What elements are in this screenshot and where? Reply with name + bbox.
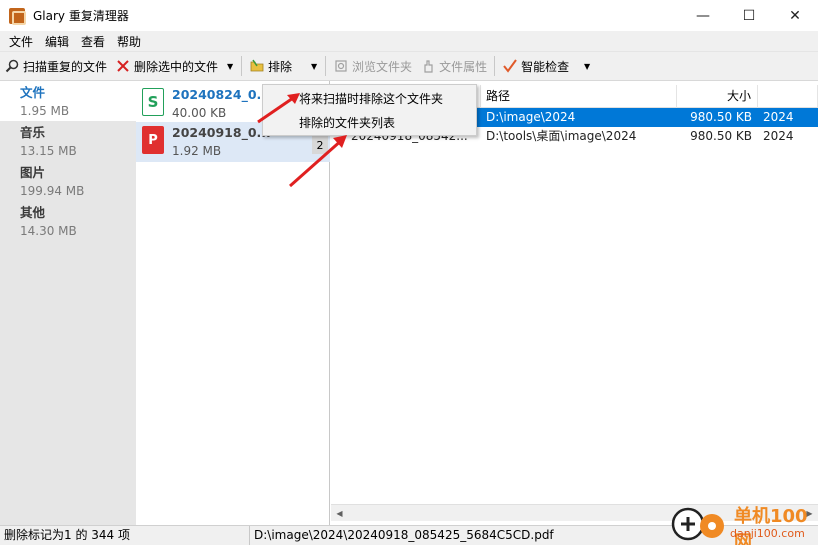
file-detail-table: 路径 大小 D:\image\2024 980.50 KB 2024 20240…	[331, 81, 818, 525]
scroll-left-icon[interactable]: ◀	[331, 505, 348, 522]
category-size: 14.30 MB	[20, 224, 77, 238]
file-properties-button[interactable]: 文件属性	[416, 54, 491, 78]
group-file-size: 40.00 KB	[172, 106, 227, 120]
smart-check-button[interactable]: 智能检查	[498, 54, 573, 78]
category-name: 图片	[20, 165, 46, 180]
close-button[interactable]: ✕	[772, 0, 818, 31]
exclude-button[interactable]: 排除	[245, 54, 296, 78]
column-header-size[interactable]: 大小	[677, 85, 758, 108]
smart-check-label: 智能检查	[521, 59, 570, 74]
toolbar-separator	[325, 56, 327, 76]
row-size: 980.50 KB	[690, 110, 752, 124]
watermark: 单机100网 danji100.com	[668, 500, 818, 545]
watermark-subtext: danji100.com	[730, 527, 805, 540]
delete-dropdown-arrow[interactable]: ▼	[222, 54, 238, 78]
category-size: 199.94 MB	[20, 184, 85, 198]
checkmark-icon	[502, 58, 518, 74]
toolbar-separator	[241, 56, 243, 76]
exclude-dropdown-arrow[interactable]: ▼	[306, 54, 322, 78]
row-path: D:\image\2024	[486, 110, 576, 124]
group-file-name: 20240918_0...	[172, 125, 271, 140]
category-documents[interactable]: 文件 1.95 MB	[0, 81, 136, 121]
group-file-name: 20240824_0...	[172, 87, 271, 102]
category-name: 文件	[20, 85, 46, 100]
menu-file[interactable]: 文件	[3, 33, 39, 50]
row-path: D:\tools\桌面\image\2024	[486, 129, 637, 143]
category-other[interactable]: 其他 14.30 MB	[0, 201, 136, 241]
category-name: 其他	[20, 205, 46, 220]
delete-label: 删除选中的文件	[134, 59, 219, 74]
browse-folder-icon	[333, 58, 349, 74]
watermark-logo-icon	[671, 507, 724, 541]
group-file-size: 1.92 MB	[172, 144, 222, 158]
menu-view[interactable]: 查看	[75, 33, 111, 50]
duplicate-groups-panel: S 20240824_0... 40.00 KB P 20240918_0...…	[136, 81, 330, 525]
column-header-path[interactable]: 路径	[481, 85, 677, 108]
delete-x-icon	[115, 58, 131, 74]
scan-duplicates-button[interactable]: 扫描重复的文件	[0, 54, 111, 78]
column-header-date[interactable]	[758, 85, 818, 108]
spreadsheet-icon: S	[142, 88, 164, 116]
toolbar: 扫描重复的文件 删除选中的文件 ▼ 排除 ▼ 浏览文件夹 文件属性 智能检查 ▼	[0, 52, 818, 81]
properties-label: 文件属性	[439, 59, 488, 74]
toolbar-separator	[494, 56, 496, 76]
pdf-icon: P	[142, 126, 164, 154]
category-music[interactable]: 音乐 13.15 MB	[0, 121, 136, 161]
search-icon	[4, 58, 20, 74]
minimize-button[interactable]: —	[680, 0, 726, 31]
delete-selected-button[interactable]: 删除选中的文件	[111, 54, 222, 78]
folder-exclude-icon	[249, 58, 265, 74]
exclude-label: 排除	[268, 59, 293, 74]
exclude-dropdown-menu: 将来扫描时排除这个文件夹 排除的文件夹列表	[262, 84, 477, 136]
window-controls: — ☐ ✕	[680, 0, 818, 31]
hand-icon	[420, 58, 436, 74]
category-panel: 文件 1.95 MB 音乐 13.15 MB 图片 199.94 MB 其他 1…	[0, 81, 136, 525]
row-date: 2024	[763, 129, 794, 143]
maximize-button[interactable]: ☐	[726, 0, 772, 31]
category-name: 音乐	[20, 125, 46, 140]
duplicate-count-badge: 2	[312, 136, 328, 154]
row-date: 2024	[763, 110, 794, 124]
scan-label: 扫描重复的文件	[23, 59, 108, 74]
menu-help[interactable]: 帮助	[111, 33, 147, 50]
smart-check-dropdown-arrow[interactable]: ▼	[579, 54, 595, 78]
row-size: 980.50 KB	[690, 129, 752, 143]
browse-folder-button[interactable]: 浏览文件夹	[329, 54, 416, 78]
window-title: Glary 重复清理器	[33, 9, 129, 23]
category-size: 13.15 MB	[20, 144, 77, 158]
status-file-path: D:\image\2024\20240918_085425_5684C5CD.p…	[254, 528, 554, 542]
category-pictures[interactable]: 图片 199.94 MB	[0, 161, 136, 201]
exclude-folder-future-scans-item[interactable]: 将来扫描时排除这个文件夹	[263, 87, 476, 111]
title-bar: Glary 重复清理器 — ☐ ✕	[0, 0, 818, 31]
status-marked-count: 删除标记为1 的 344 项	[0, 525, 250, 545]
menu-bar: 文件 编辑 查看 帮助	[0, 31, 818, 52]
menu-edit[interactable]: 编辑	[39, 33, 75, 50]
category-size: 1.95 MB	[20, 104, 70, 118]
browse-label: 浏览文件夹	[352, 59, 413, 74]
app-icon	[9, 7, 26, 25]
excluded-folders-list-item[interactable]: 排除的文件夹列表	[263, 111, 476, 135]
